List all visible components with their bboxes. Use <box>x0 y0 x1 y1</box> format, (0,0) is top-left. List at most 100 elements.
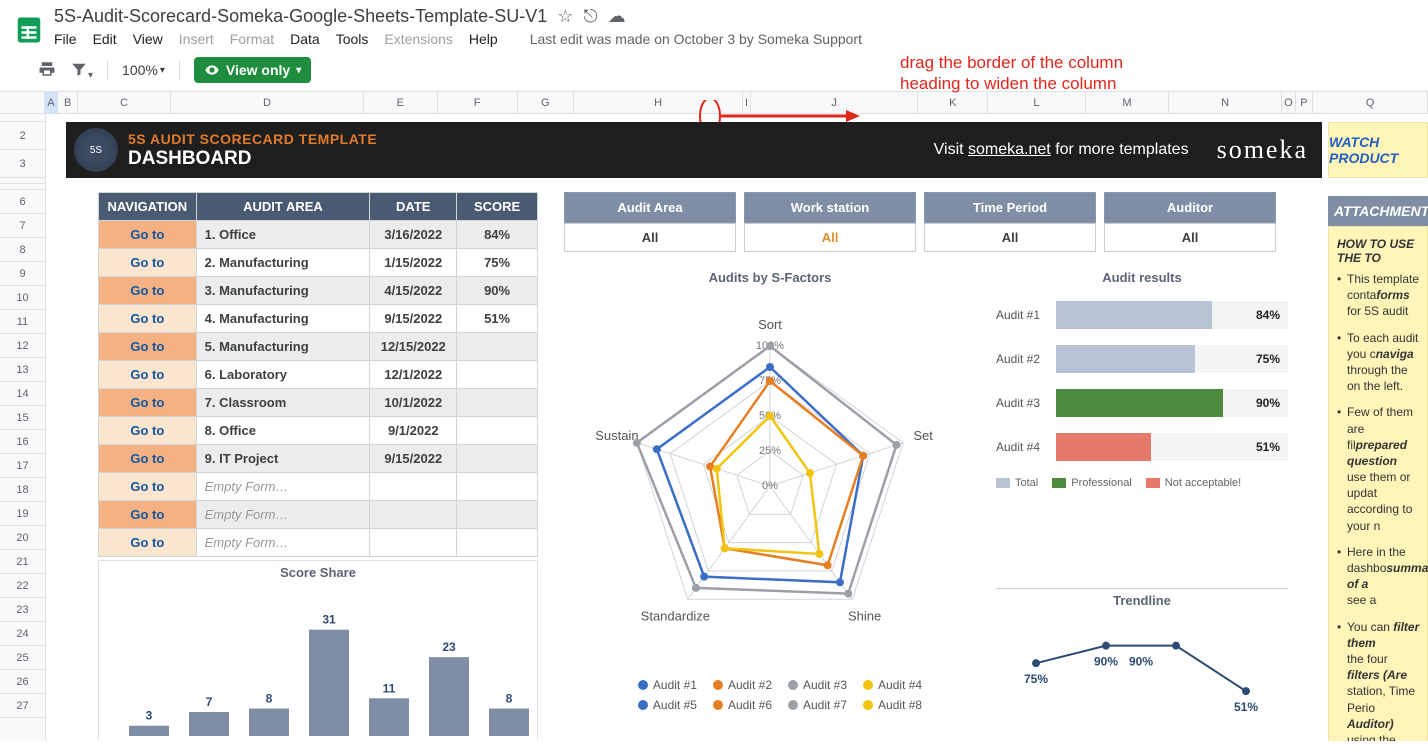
goto-link[interactable]: Go to <box>99 361 197 389</box>
col-header-L[interactable]: L <box>988 92 1085 113</box>
watch-product-button[interactable]: WATCH PRODUCT <box>1328 122 1428 178</box>
help-sidebar: WATCH PRODUCT ATTACHMENTS HOW TO USE THE… <box>1328 122 1428 741</box>
row-header[interactable]: 11 <box>0 310 45 334</box>
date-cell <box>370 529 457 557</box>
move-icon[interactable]: ⎋ <box>583 6 597 27</box>
row-header[interactable]: 26 <box>0 670 45 694</box>
sheets-logo[interactable] <box>10 11 48 49</box>
row-header[interactable]: 14 <box>0 382 45 406</box>
date-cell: 1/15/2022 <box>370 249 457 277</box>
row-header[interactable]: 3 <box>0 150 45 178</box>
filter-audit-area: Audit Area All <box>564 192 736 252</box>
row-header[interactable]: 6 <box>0 190 45 214</box>
legend-item: Audit #3 <box>788 678 847 692</box>
audit-area-cell: Empty Form… <box>196 529 370 557</box>
legend-item: Audit #7 <box>788 698 847 712</box>
row-header[interactable]: 19 <box>0 502 45 526</box>
row-header[interactable]: 17 <box>0 454 45 478</box>
filter-value[interactable]: All <box>744 223 916 252</box>
row-header[interactable]: 2 <box>0 122 45 150</box>
filter-value[interactable]: All <box>1104 223 1276 252</box>
audit-area-cell: Empty Form… <box>196 501 370 529</box>
row-header[interactable]: 12 <box>0 334 45 358</box>
goto-link[interactable]: Go to <box>99 501 197 529</box>
goto-link[interactable]: Go to <box>99 389 197 417</box>
row-header[interactable]: 27 <box>0 694 45 718</box>
score-cell <box>457 389 538 417</box>
row-header[interactable]: 23 <box>0 598 45 622</box>
score-cell <box>457 473 538 501</box>
filter-label: Audit Area <box>564 192 736 223</box>
cloud-icon[interactable]: ☁ <box>608 6 626 27</box>
goto-link[interactable]: Go to <box>99 221 197 249</box>
banner-title: 5S AUDIT SCORECARD TEMPLATE <box>128 131 377 147</box>
menu-data[interactable]: Data <box>290 31 320 47</box>
col-header-B[interactable]: B <box>58 92 77 113</box>
date-cell: 9/15/2022 <box>370 445 457 473</box>
goto-link[interactable]: Go to <box>99 249 197 277</box>
results-legend: Total Professional Not acceptable! <box>996 477 1288 489</box>
col-header-E[interactable]: E <box>364 92 438 113</box>
attachments-header: ATTACHMENTS <box>1328 196 1428 226</box>
last-edit-text[interactable]: Last edit was made on October 3 by Somek… <box>530 31 862 47</box>
view-only-button[interactable]: View only ▾ <box>194 57 311 83</box>
row-header[interactable]: 22 <box>0 574 45 598</box>
chart-title: Score Share <box>99 565 537 580</box>
col-header-rownum[interactable] <box>0 92 45 113</box>
date-cell <box>370 501 457 529</box>
zoom-selector[interactable]: 100% ▾ <box>122 62 165 78</box>
svg-text:75%: 75% <box>1024 672 1048 686</box>
row-header[interactable]: 10 <box>0 286 45 310</box>
menu-file[interactable]: File <box>54 31 77 47</box>
audit-area-cell: 2. Manufacturing <box>196 249 370 277</box>
goto-link[interactable]: Go to <box>99 333 197 361</box>
filter-value[interactable]: All <box>924 223 1096 252</box>
row-header[interactable]: 15 <box>0 406 45 430</box>
row-header[interactable]: 25 <box>0 646 45 670</box>
filter-value[interactable]: All <box>564 223 736 252</box>
menu-help[interactable]: Help <box>469 31 498 47</box>
row-header[interactable]: 9 <box>0 262 45 286</box>
col-header-M[interactable]: M <box>1086 92 1170 113</box>
goto-link[interactable]: Go to <box>99 445 197 473</box>
date-cell: 3/16/2022 <box>370 221 457 249</box>
row-header[interactable]: 16 <box>0 430 45 454</box>
col-header-C[interactable]: C <box>78 92 171 113</box>
row-header[interactable]: 20 <box>0 526 45 550</box>
col-header-Q[interactable]: Q <box>1313 92 1428 113</box>
row-header[interactable]: 24 <box>0 622 45 646</box>
table-header: AUDIT AREA <box>196 193 370 221</box>
filter-icon[interactable]: ▾ <box>70 60 93 81</box>
col-header-A[interactable]: A <box>45 92 59 113</box>
filename[interactable]: 5S-Audit-Scorecard-Someka-Google-Sheets-… <box>54 6 547 27</box>
col-header-K[interactable]: K <box>918 92 988 113</box>
print-icon[interactable] <box>38 60 56 81</box>
col-header-F[interactable]: F <box>438 92 518 113</box>
star-icon[interactable]: ☆ <box>557 6 573 27</box>
score-share-chart: Score Share 3783111238 <box>98 560 538 740</box>
col-header-N[interactable]: N <box>1169 92 1282 113</box>
row-header[interactable]: 13 <box>0 358 45 382</box>
col-header-P[interactable]: P <box>1296 92 1314 113</box>
bar-row: Audit #275% <box>996 345 1288 373</box>
goto-link[interactable]: Go to <box>99 417 197 445</box>
trendline-chart: Trendline 75%90%51%90% <box>996 588 1288 718</box>
col-header-D[interactable]: D <box>171 92 364 113</box>
col-header-O[interactable]: O <box>1282 92 1296 113</box>
menu-view[interactable]: View <box>133 31 163 47</box>
banner-cta[interactable]: Visit someka.net for more templates <box>934 141 1189 159</box>
menu-tools[interactable]: Tools <box>336 31 369 47</box>
row-header[interactable]: 7 <box>0 214 45 238</box>
row-header[interactable]: 18 <box>0 478 45 502</box>
row-header[interactable]: 8 <box>0 238 45 262</box>
spreadsheet-canvas[interactable]: 5S 5S AUDIT SCORECARD TEMPLATE DASHBOARD… <box>46 114 1428 741</box>
goto-link[interactable]: Go to <box>99 305 197 333</box>
row-header[interactable]: 21 <box>0 550 45 574</box>
goto-link[interactable]: Go to <box>99 529 197 557</box>
row-header[interactable] <box>0 114 45 122</box>
col-header-G[interactable]: G <box>518 92 574 113</box>
goto-link[interactable]: Go to <box>99 473 197 501</box>
trendline-svg: 75%90%51%90% <box>996 614 1288 714</box>
menu-edit[interactable]: Edit <box>93 31 117 47</box>
goto-link[interactable]: Go to <box>99 277 197 305</box>
